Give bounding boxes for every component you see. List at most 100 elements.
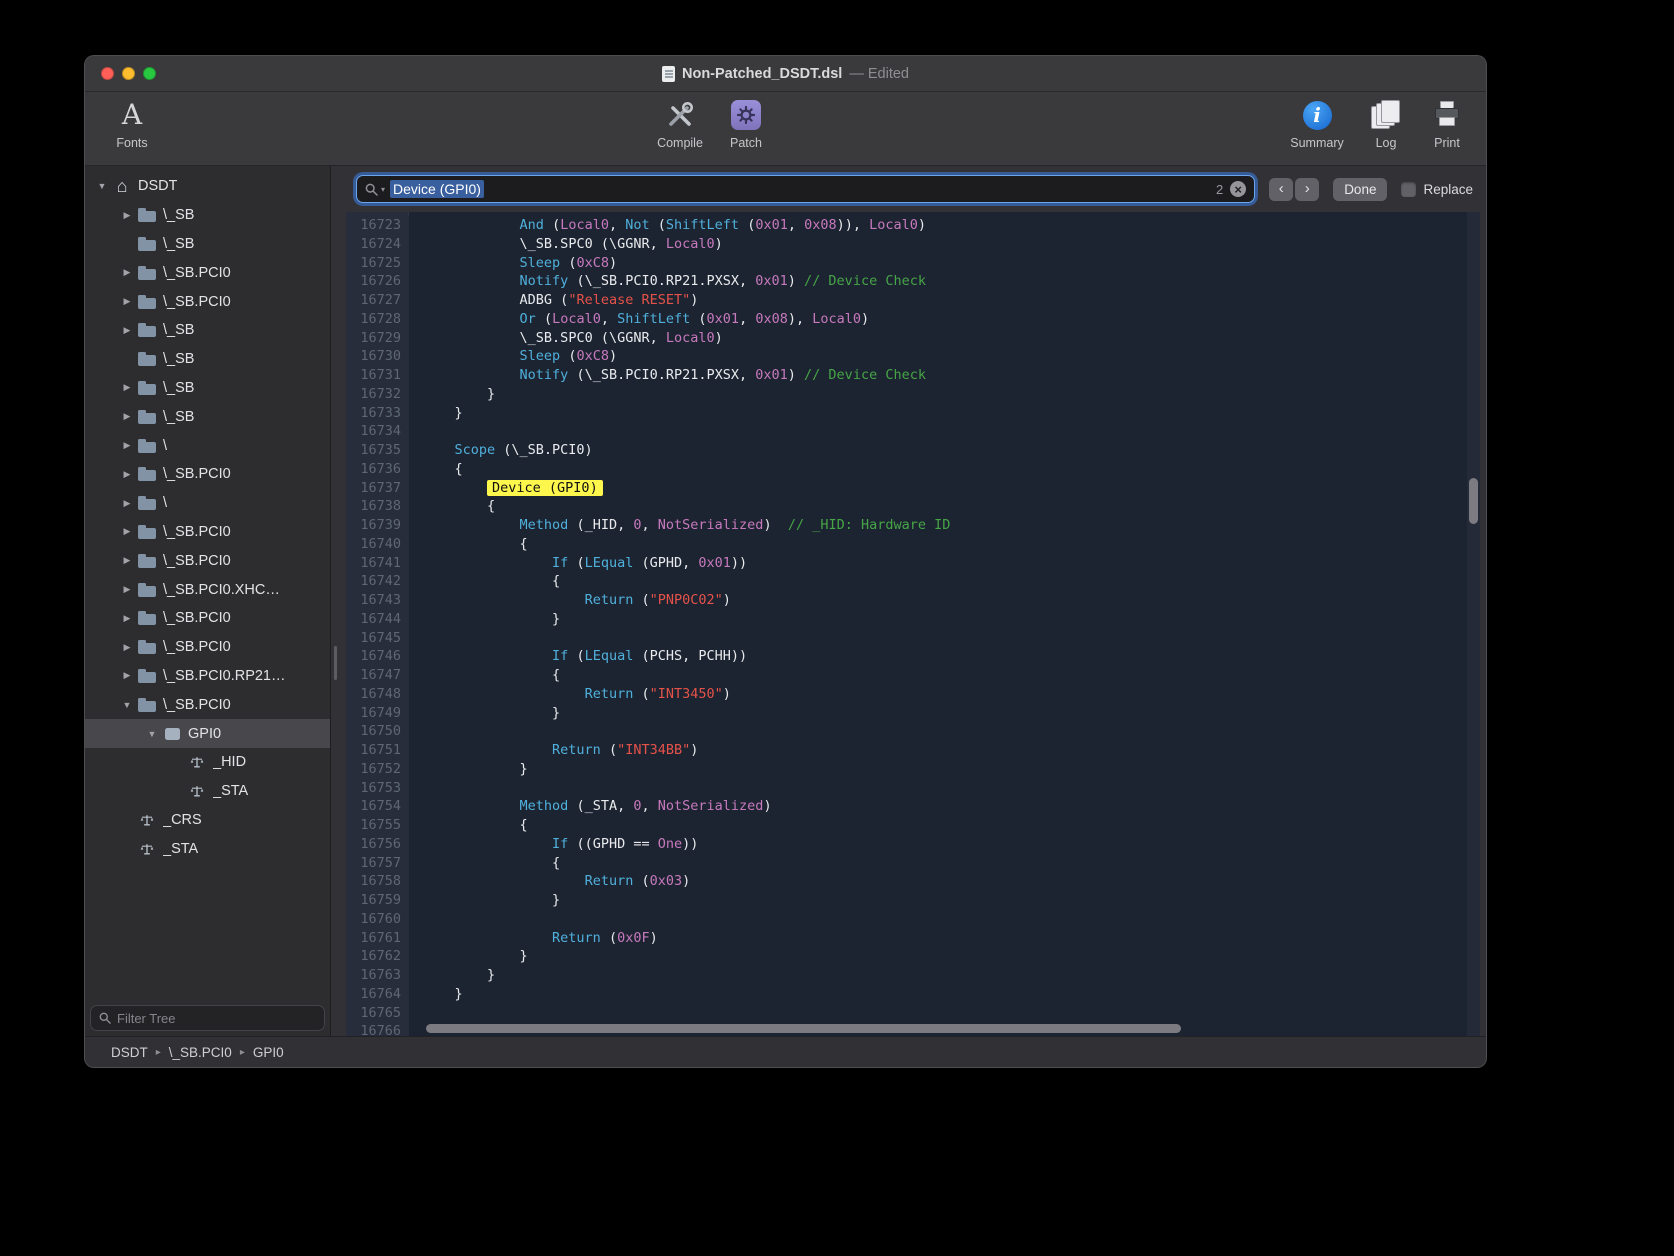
line-number: 16755 <box>346 816 409 835</box>
done-button[interactable]: Done <box>1333 178 1387 201</box>
print-button[interactable]: Print <box>1418 92 1476 150</box>
sidebar-item-sbpci0xhc[interactable]: ▶\_SB.PCI0.XHC… <box>85 575 330 604</box>
sidebar-item-sb[interactable]: ▶\_SB <box>85 402 330 431</box>
sidebar-item-sbpci0[interactable]: ▶\_SB.PCI0 <box>85 287 330 316</box>
patch-button[interactable]: Patch <box>713 92 779 150</box>
fonts-icon: A <box>122 99 142 131</box>
line-number: 16762 <box>346 947 409 966</box>
disclosure-collapsed-icon[interactable]: ▶ <box>117 498 137 509</box>
code-line: 16737 Device (GPI0) <box>346 479 1480 498</box>
disclosure-collapsed-icon[interactable]: ▶ <box>117 584 137 595</box>
replace-group: Replace <box>1401 182 1473 197</box>
disclosure-expanded-icon[interactable]: ▼ <box>142 729 162 739</box>
disclosure-collapsed-icon[interactable]: ▶ <box>117 210 137 221</box>
disclosure-expanded-icon[interactable]: ▼ <box>92 181 112 191</box>
disclosure-collapsed-icon[interactable]: ▶ <box>117 613 137 624</box>
sidebar-item-dsdt[interactable]: ▼⌂DSDT <box>85 172 330 201</box>
code-line: 16757 { <box>346 854 1480 873</box>
disclosure-collapsed-icon[interactable]: ▶ <box>117 642 137 653</box>
code-line: 16727 ADBG ("Release RESET") <box>346 291 1480 310</box>
line-number: 16736 <box>346 460 409 479</box>
breadcrumb-item[interactable]: \_SB.PCI0 <box>169 1045 232 1060</box>
find-previous-button[interactable]: ‹ <box>1269 178 1293 201</box>
disclosure-collapsed-icon[interactable]: ▶ <box>117 296 137 307</box>
sidebar-item-sb[interactable]: \_SB <box>85 345 330 374</box>
sidebar-item-[interactable]: ▶\ <box>85 431 330 460</box>
sidebar-item-sbpci0[interactable]: ▶ \_SB.PCI0 <box>85 258 330 287</box>
line-number: 16750 <box>346 722 409 741</box>
disclosure-expanded-icon[interactable]: ▼ <box>117 700 137 710</box>
sidebar-item-sbpci0[interactable]: ▶\_SB.PCI0 <box>85 546 330 575</box>
line-number: 16723 <box>346 216 409 235</box>
breadcrumb-item[interactable]: GPI0 <box>253 1045 284 1060</box>
vertical-scrollbar-thumb[interactable] <box>1469 478 1478 524</box>
summary-button[interactable]: i Summary <box>1280 92 1354 150</box>
replace-checkbox[interactable] <box>1401 182 1416 197</box>
sidebar-item-sbpci0[interactable]: ▶\_SB.PCI0 <box>85 518 330 547</box>
sidebar-item-sbpci0[interactable]: ▶\_SB.PCI0 <box>85 633 330 662</box>
disclosure-collapsed-icon[interactable]: ▶ <box>117 382 137 393</box>
pane-resize-handle[interactable] <box>332 166 340 1036</box>
filter-tree-input[interactable] <box>117 1011 316 1026</box>
vertical-scrollbar-track[interactable] <box>1467 212 1480 1036</box>
disclosure-collapsed-icon[interactable]: ▶ <box>117 411 137 422</box>
code-line: 16732 } <box>346 385 1480 404</box>
search-icon <box>365 183 378 196</box>
sidebar-item-sbpci0[interactable]: ▶\_SB.PCI0 <box>85 604 330 633</box>
code-line: 16747 { <box>346 666 1480 685</box>
search-options-chevron-icon[interactable]: ▾ <box>381 185 385 194</box>
sidebar-item-sbpci0[interactable]: ▶\_SB.PCI0 <box>85 460 330 489</box>
find-input[interactable]: ▾ Device (GPI0) 2 <box>356 175 1255 203</box>
folder-icon <box>137 553 157 569</box>
sidebar-item-sb[interactable]: \_SB <box>85 230 330 259</box>
find-next-button[interactable]: › <box>1295 178 1319 201</box>
compile-button[interactable]: Compile <box>647 92 713 150</box>
line-number: 16766 <box>346 1022 409 1036</box>
folder-icon <box>137 409 157 425</box>
sidebar-item-sta[interactable]: _STA <box>85 777 330 806</box>
tree-item-label: \_SB.PCI0 <box>163 265 231 281</box>
disclosure-collapsed-icon[interactable]: ▶ <box>117 325 137 336</box>
folder-icon <box>137 438 157 454</box>
line-number: 16743 <box>346 591 409 610</box>
disclosure-collapsed-icon[interactable]: ▶ <box>117 469 137 480</box>
sidebar-item-sta[interactable]: _STA <box>85 834 330 863</box>
horizontal-scrollbar-thumb[interactable] <box>426 1024 1181 1033</box>
code-line: 16765 <box>346 1004 1480 1023</box>
line-number: 16725 <box>346 254 409 273</box>
disclosure-collapsed-icon[interactable]: ▶ <box>117 267 137 278</box>
method-icon <box>137 841 157 857</box>
sidebar-item-sbpci0[interactable]: ▼\_SB.PCI0 <box>85 690 330 719</box>
sidebar-item-gpi0[interactable]: ▼GPI0 <box>85 719 330 748</box>
fonts-button[interactable]: A Fonts <box>99 92 165 150</box>
disclosure-collapsed-icon[interactable]: ▶ <box>117 526 137 537</box>
sidebar-item-sb[interactable]: ▶\_SB <box>85 201 330 230</box>
sidebar-item-sbpci0rp21[interactable]: ▶\_SB.PCI0.RP21… <box>85 662 330 691</box>
clear-search-button[interactable] <box>1230 181 1246 197</box>
line-number: 16732 <box>346 385 409 404</box>
code-line: 16753 <box>346 779 1480 798</box>
tree-item-label: _STA <box>213 783 248 799</box>
code-line: 16760 <box>346 910 1480 929</box>
line-number: 16756 <box>346 835 409 854</box>
sidebar-item-crs[interactable]: _CRS <box>85 806 330 835</box>
method-icon <box>187 754 207 770</box>
sidebar-item-sb[interactable]: ▶\_SB <box>85 374 330 403</box>
folder-icon <box>137 639 157 655</box>
sidebar-item-[interactable]: ▶\ <box>85 489 330 518</box>
disclosure-collapsed-icon[interactable]: ▶ <box>117 440 137 451</box>
sidebar-item-sb[interactable]: ▶\_SB <box>85 316 330 345</box>
device-icon <box>162 726 182 742</box>
code-line: 16724 \_SB.SPC0 (\GGNR, Local0) <box>346 235 1480 254</box>
disclosure-collapsed-icon[interactable]: ▶ <box>117 555 137 566</box>
line-number: 16757 <box>346 854 409 873</box>
code-editor[interactable]: 16723 And (Local0, Not (ShiftLeft (0x01,… <box>346 212 1480 1036</box>
tree-item-label: \ <box>163 438 167 454</box>
disclosure-collapsed-icon[interactable]: ▶ <box>117 670 137 681</box>
sidebar-item-hid[interactable]: _HID <box>85 748 330 777</box>
log-button[interactable]: Log <box>1358 92 1414 150</box>
line-number: 16752 <box>346 760 409 779</box>
filter-tree-field[interactable] <box>90 1005 325 1031</box>
breadcrumb-item[interactable]: DSDT <box>111 1045 148 1060</box>
line-number: 16763 <box>346 966 409 985</box>
